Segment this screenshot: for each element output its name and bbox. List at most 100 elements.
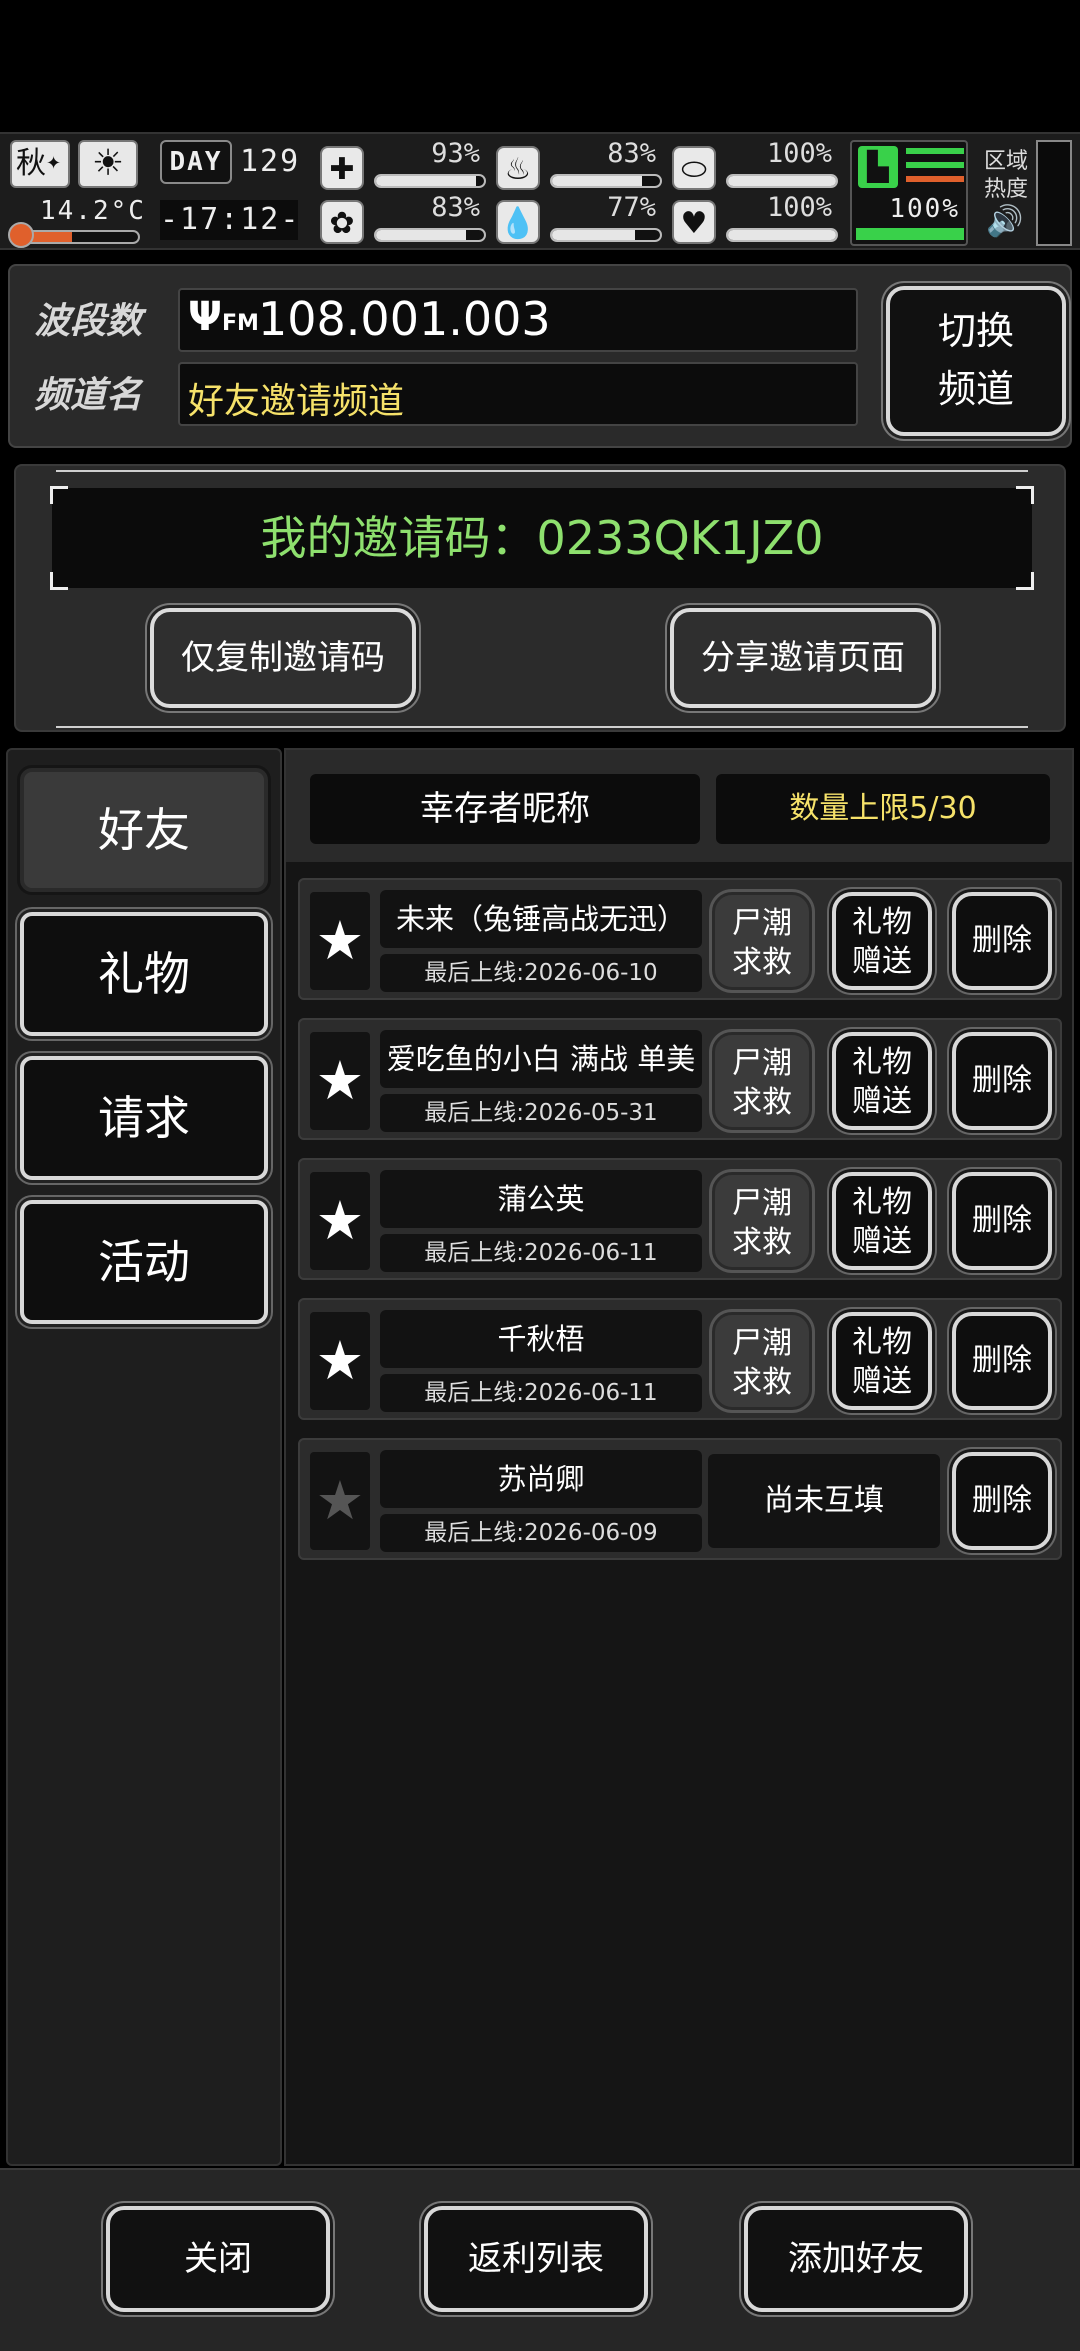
mind-value: 83% <box>431 192 480 223</box>
heart-bar <box>726 228 838 242</box>
stomach-icon: ♨ <box>496 146 540 190</box>
zone-heat-gauge <box>1036 140 1072 246</box>
zombie-sos-button[interactable]: 尸潮 求救 <box>712 1172 812 1270</box>
friend-row: ★ 蒲公英 最后上线:2026-06-11 尸潮 求救 礼物 赠送 删除 <box>298 1158 1062 1280</box>
delete-friend-button[interactable]: 删除 <box>952 1172 1052 1270</box>
sos-line-1: 尸潮 <box>732 1326 792 1361</box>
friend-row: ★ 爱吃鱼的小白 满战 单美 最后上线:2026-05-31 尸潮 求救 礼物 … <box>298 1018 1062 1140</box>
sos-line-2: 求救 <box>732 1225 792 1260</box>
last-online: 最后上线:2026-06-11 <box>380 1374 702 1412</box>
nickname-column-header: 幸存者昵称 <box>310 774 700 844</box>
heart-bar-fill <box>728 230 836 240</box>
rebate-list-button[interactable]: 返利列表 <box>424 2206 648 2312</box>
invite-code: 我的邀请码：0233QK1JZ0 <box>260 511 824 565</box>
time-readout: -17:12- <box>160 200 298 240</box>
zombie-sos-button[interactable]: 尸潮 求救 <box>712 892 812 990</box>
gift-line-2: 赠送 <box>852 1084 912 1119</box>
stamina-stripes <box>906 148 964 182</box>
delete-friend-button[interactable]: 删除 <box>952 1452 1052 1550</box>
day-number: 129 <box>240 144 301 179</box>
channel-label: 频道名 <box>34 375 143 416</box>
health-bar <box>374 174 486 188</box>
zombie-sos-button[interactable]: 尸潮 求救 <box>712 1032 812 1130</box>
star-icon[interactable]: ★ <box>310 1172 370 1270</box>
send-gift-button[interactable]: 礼物 赠送 <box>832 1172 932 1270</box>
delete-friend-button[interactable]: 删除 <box>952 892 1052 990</box>
delete-friend-button[interactable]: 删除 <box>952 1032 1052 1130</box>
divider-top <box>56 470 1028 472</box>
water-value: 77% <box>607 192 656 223</box>
band-value: 108.001.003 <box>258 292 551 346</box>
band-label: 波段数 <box>34 301 143 342</box>
send-gift-button[interactable]: 礼物 赠送 <box>832 1032 932 1130</box>
delete-friend-button[interactable]: 删除 <box>952 1312 1052 1410</box>
speaker-icon[interactable]: 🔊 <box>986 204 1023 239</box>
gift-line-1: 礼物 <box>852 1325 912 1360</box>
season-badge: 秋✦ <box>10 140 70 188</box>
stamina-panel: ▙ 100% <box>850 140 968 246</box>
pill-bar <box>726 174 838 188</box>
tab-requests[interactable]: 请求 <box>20 1056 268 1180</box>
add-friend-button[interactable]: 添加好友 <box>744 2206 968 2312</box>
last-online: 最后上线:2026-06-11 <box>380 1234 702 1272</box>
gift-line-1: 礼物 <box>852 905 912 940</box>
invite-panel: 我的邀请码：0233QK1JZ0 仅复制邀请码 分享邀请页面 <box>14 464 1066 732</box>
hunger-bar-fill <box>552 176 642 186</box>
star-icon[interactable]: ★ <box>310 1452 370 1550</box>
last-online: 最后上线:2026-06-09 <box>380 1514 702 1552</box>
stamina-bar-fill <box>857 229 963 239</box>
friend-name: 未来（兔锤高战无迅） <box>380 890 702 948</box>
mind-bar-fill <box>376 230 466 240</box>
tab-gifts[interactable]: 礼物 <box>20 912 268 1036</box>
star-icon[interactable]: ★ <box>310 892 370 990</box>
friend-name: 爱吃鱼的小白 满战 单美 <box>380 1030 702 1088</box>
boot-icon: ▙ <box>858 146 898 188</box>
sos-line-2: 求救 <box>732 1365 792 1400</box>
switch-line-1: 切换 <box>937 309 1014 353</box>
mind-bar <box>374 228 486 242</box>
gift-line-2: 赠送 <box>852 1364 912 1399</box>
zombie-sos-button[interactable]: 尸潮 求救 <box>712 1312 812 1410</box>
tab-events[interactable]: 活动 <box>20 1200 268 1324</box>
side-tabs: 好友 礼物 请求 活动 <box>6 748 282 2166</box>
temperature-readout: 14.2°C <box>40 196 146 226</box>
heart-value: 100% <box>766 192 832 223</box>
sos-line-2: 求救 <box>732 1085 792 1120</box>
send-gift-button[interactable]: 礼物 赠送 <box>832 1312 932 1410</box>
star-icon[interactable]: ★ <box>310 1312 370 1410</box>
switch-channel-button[interactable]: 切换 频道 <box>886 286 1066 436</box>
star-icon[interactable]: ★ <box>310 1032 370 1130</box>
tab-friends[interactable]: 好友 <box>20 768 268 892</box>
close-button[interactable]: 关闭 <box>106 2206 330 2312</box>
water-bar-fill <box>552 230 636 240</box>
pill-icon: ⬭ <box>672 146 716 190</box>
friends-content: 幸存者昵称 数量上限5/30 ★ 未来（兔锤高战无迅） 最后上线:2026-06… <box>284 748 1074 2166</box>
friend-row: ★ 千秋梧 最后上线:2026-06-11 尸潮 求救 礼物 赠送 删除 <box>298 1298 1062 1420</box>
friend-row: ★ 未来（兔锤高战无迅） 最后上线:2026-06-10 尸潮 求救 礼物 赠送… <box>298 878 1062 1000</box>
send-gift-button[interactable]: 礼物 赠送 <box>832 892 932 990</box>
sos-line-1: 尸潮 <box>732 906 792 941</box>
friend-name: 千秋梧 <box>380 1310 702 1368</box>
gift-line-2: 赠送 <box>852 1224 912 1259</box>
season-text: 秋 <box>16 146 46 181</box>
divider-bottom <box>56 726 1028 728</box>
last-online: 最后上线:2026-06-10 <box>380 954 702 992</box>
gift-line-2: 赠送 <box>852 944 912 979</box>
heart-icon: ♥ <box>672 200 716 244</box>
water-drop-icon: 💧 <box>496 200 540 244</box>
hunger-bar <box>550 174 662 188</box>
stamina-value: 100% <box>889 194 960 224</box>
copy-code-button[interactable]: 仅复制邀请码 <box>150 608 416 708</box>
fm-antenna-icon: ΨFM <box>188 294 259 340</box>
sos-line-1: 尸潮 <box>732 1046 792 1081</box>
health-value: 93% <box>431 138 480 169</box>
thermometer-icon <box>8 222 34 248</box>
brain-icon: ✿ <box>320 200 364 244</box>
hunger-value: 83% <box>607 138 656 169</box>
sun-icon: ☀ <box>78 140 138 188</box>
share-page-button[interactable]: 分享邀请页面 <box>670 608 936 708</box>
last-online: 最后上线:2026-05-31 <box>380 1094 702 1132</box>
friend-name: 苏尚卿 <box>380 1450 702 1508</box>
band-value-box: ΨFM 108.001.003 <box>178 288 858 352</box>
radio-panel: 波段数 ΨFM 108.001.003 频道名 好友邀请频道 切换 频道 <box>8 264 1072 448</box>
